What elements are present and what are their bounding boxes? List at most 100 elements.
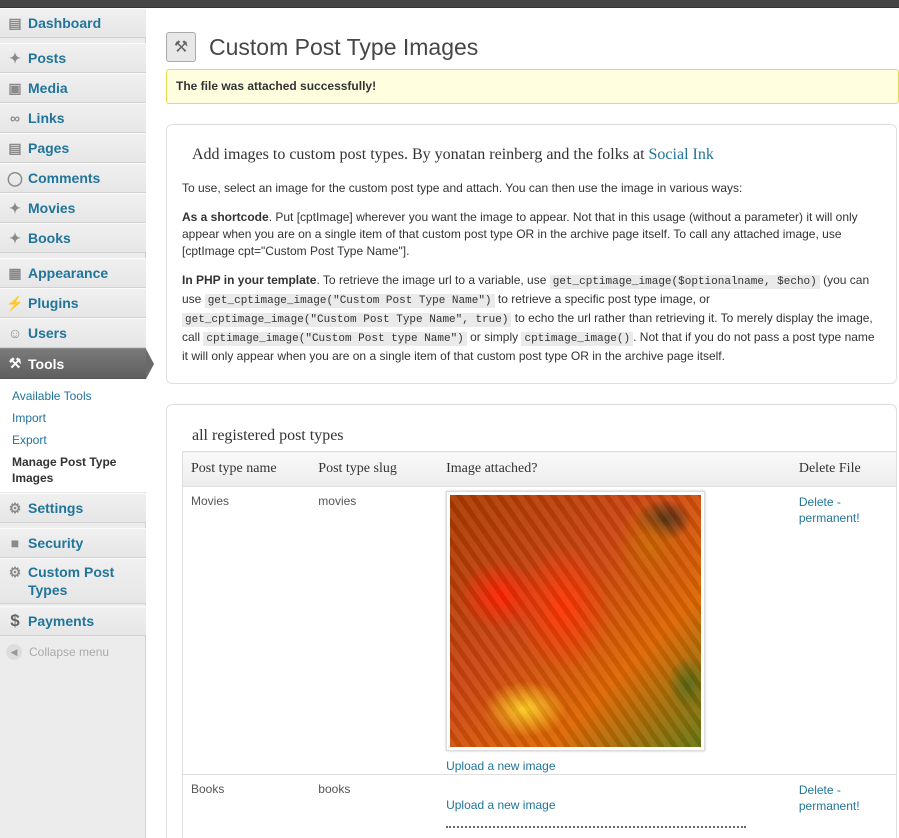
shortcode-text: . Put [cptImage] wherever you want the i…: [182, 210, 858, 258]
submenu-available-tools[interactable]: Available Tools: [0, 385, 146, 407]
shortcode-usage: As a shortcode. Put [cptImage] wherever …: [182, 209, 882, 260]
table-row: Books books Upload a new image Delete - …: [182, 774, 897, 838]
pin-icon: ✦: [9, 199, 21, 216]
menu-security[interactable]: ■ Security: [0, 528, 146, 558]
menu-media-label: Media: [28, 80, 68, 96]
row-slug: movies: [310, 486, 439, 775]
page-title: Custom Post Type Images: [209, 33, 479, 60]
menu-links[interactable]: ∞ Links: [0, 103, 146, 133]
row-image-cell: Upload a new image: [438, 774, 791, 838]
menu-media[interactable]: ▣ Media: [0, 73, 146, 103]
delete-permanent-link[interactable]: Delete - permanent!: [799, 495, 860, 525]
php-text-5: or simply: [466, 330, 522, 344]
menu-comments-label: Comments: [28, 170, 101, 186]
menu-settings[interactable]: ⚙ Settings: [0, 493, 146, 523]
menu-movies[interactable]: ✦ Movies: [0, 193, 146, 223]
row-delete-cell: Delete - permanent!: [790, 486, 897, 775]
menu-custom-post-types[interactable]: ⚙ Custom Post Types: [0, 558, 146, 604]
success-notice: The file was attached successfully!: [166, 69, 899, 104]
upload-new-image-link[interactable]: Upload a new image: [446, 798, 791, 812]
php-code-5: cptimage_image(): [521, 332, 634, 346]
tools-icon: ⚒: [8, 355, 22, 371]
dollar-icon: $: [10, 611, 20, 630]
divider: [446, 826, 747, 828]
menu-comments[interactable]: ◯ Comments: [0, 163, 146, 193]
php-code-4: cptimage_image("Custom Post type Name"): [203, 332, 467, 346]
col-delete-file: Delete File: [790, 451, 897, 487]
menu-pages[interactable]: ▤ Pages: [0, 133, 146, 163]
tools-icon: ⚒: [166, 32, 196, 62]
menu-books[interactable]: ✦ Books: [0, 223, 146, 253]
menu-payments-label: Payments: [28, 613, 95, 629]
lock-icon: ■: [10, 535, 20, 551]
php-code-3: get_cptimage_image("Custom Post Type Nam…: [182, 313, 512, 327]
plugin-heading-text: Add images to custom post types. By yona…: [192, 146, 649, 163]
table-header-row: Post type name Post type slug Image atta…: [182, 451, 897, 487]
menu-payments[interactable]: $ Payments: [0, 606, 146, 636]
php-code-1: get_cptimage_image($optionalname, $echo): [549, 275, 820, 289]
menu-plugins[interactable]: ⚡ Plugins: [0, 288, 146, 318]
php-text-3: to retrieve a specific post type image, …: [494, 292, 710, 306]
menu-security-label: Security: [28, 535, 84, 551]
usage-instructions-box: Add images to custom post types. By yona…: [166, 124, 897, 384]
users-icon: ☺: [7, 325, 23, 341]
menu-books-label: Books: [28, 230, 71, 246]
menu-posts[interactable]: ✦ Posts: [0, 43, 146, 73]
menu-movies-label: Movies: [28, 200, 76, 216]
settings-icon: ⚙: [8, 499, 22, 516]
post-types-box: all registered post types Post type name…: [166, 404, 897, 838]
post-types-heading: all registered post types: [192, 427, 344, 444]
gear-icon: ⚙: [8, 564, 22, 580]
menu-users[interactable]: ☺ Users: [0, 318, 146, 348]
menu-pages-label: Pages: [28, 140, 70, 156]
submenu-export[interactable]: Export: [0, 429, 146, 451]
dashboard-icon: ▤: [8, 14, 22, 31]
menu-appearance-label: Appearance: [28, 265, 109, 281]
row-name: Movies: [182, 486, 311, 775]
usage-intro: To use, select an image for the custom p…: [182, 181, 743, 195]
page-icon: ▤: [8, 139, 22, 156]
menu-tools-label: Tools: [28, 355, 65, 372]
menu-posts-label: Posts: [28, 50, 67, 66]
comment-icon: ◯: [7, 169, 23, 186]
menu-dashboard[interactable]: ▤ Dashboard: [0, 8, 146, 38]
menu-settings-label: Settings: [28, 500, 84, 516]
submenu-import[interactable]: Import: [0, 407, 146, 429]
row-slug: books: [310, 774, 439, 838]
upload-new-image-link[interactable]: Upload a new image: [446, 759, 791, 773]
plugin-icon: ⚡: [6, 294, 24, 311]
table-row: Movies movies Upload a new image Delete …: [182, 486, 897, 775]
php-code-2: get_cptimage_image("Custom Post Type Nam…: [204, 294, 495, 308]
row-delete-cell: Delete - permanent!: [790, 774, 897, 838]
appearance-icon: ▦: [8, 264, 22, 281]
menu-plugins-label: Plugins: [28, 295, 79, 311]
menu-tools[interactable]: ⚒ Tools: [0, 348, 154, 379]
row-name: Books: [182, 774, 311, 838]
collapse-menu-label: Collapse menu: [29, 645, 110, 659]
menu-appearance[interactable]: ▦ Appearance: [0, 258, 146, 288]
menu-users-label: Users: [28, 325, 67, 341]
shortcode-label: As a shortcode: [182, 210, 269, 224]
plugin-heading: Add images to custom post types. By yona…: [192, 146, 896, 164]
pin-icon: ✦: [9, 229, 21, 246]
menu-custom-post-types-label: Custom Post Types: [28, 564, 115, 598]
collapse-menu-button[interactable]: ◀ Collapse menu: [6, 644, 109, 660]
col-image-attached: Image attached?: [438, 451, 791, 487]
tools-submenu: Available Tools Import Export Manage Pos…: [0, 379, 146, 492]
media-icon: ▣: [8, 79, 22, 96]
submenu-manage-post-type-images[interactable]: Manage Post Type Images: [0, 451, 146, 489]
col-post-type-name: Post type name: [182, 451, 311, 487]
php-label: In PHP in your template: [182, 273, 317, 287]
social-ink-link[interactable]: Social Ink: [649, 146, 714, 163]
collapse-arrow-icon: ◀: [6, 644, 22, 660]
admin-sidebar: ▤ Dashboard ✦ Posts ▣ Media ∞ Links ▤ Pa…: [0, 8, 154, 838]
menu-links-label: Links: [28, 110, 65, 126]
attached-image-thumbnail: [446, 491, 706, 751]
link-icon: ∞: [10, 110, 20, 126]
pin-icon: ✦: [9, 49, 21, 66]
menu-dashboard-label: Dashboard: [28, 15, 102, 31]
admin-bar: [0, 0, 899, 8]
delete-permanent-link[interactable]: Delete - permanent!: [799, 783, 860, 813]
attached-image: [450, 495, 702, 747]
row-image-cell: Upload a new image: [438, 486, 791, 775]
